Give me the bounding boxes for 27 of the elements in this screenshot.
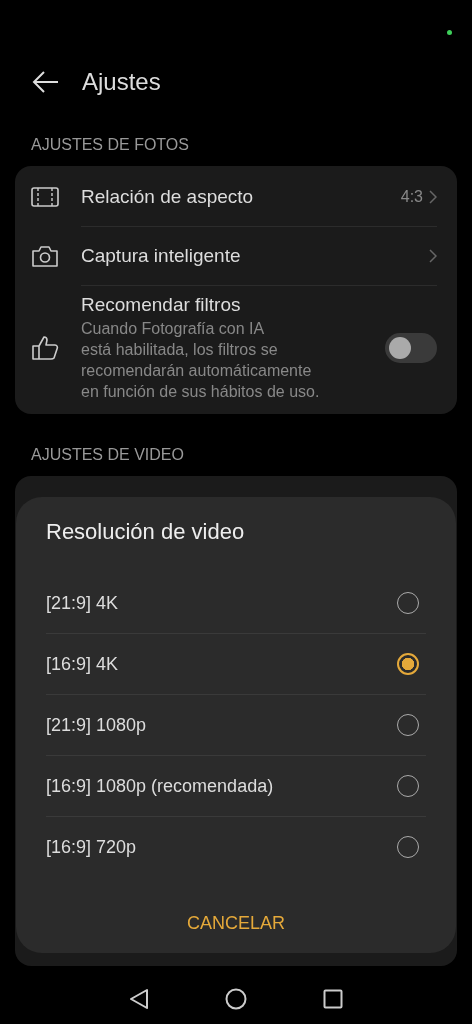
camera-indicator-dot	[447, 30, 452, 35]
camera-icon	[31, 244, 59, 268]
chevron-icon[interactable]	[429, 190, 437, 204]
setting-label[interactable]: Relación de aspecto	[81, 186, 401, 208]
thumbs-up-icon	[31, 335, 59, 361]
option-label[interactable]: [21:9] 4K	[46, 592, 119, 614]
section-heading: AJUSTES DE FOTOS	[30, 136, 190, 154]
toggle-switch[interactable]	[385, 333, 437, 363]
setting-value: 4:3	[400, 188, 423, 206]
option-label[interactable]: [16:9] 720p	[46, 836, 137, 858]
option-label[interactable]: [16:9] 4K	[46, 653, 119, 675]
page-title: Ajustes	[82, 68, 161, 96]
setting-description: Cuando Fotografía con IA está habilitada, los filtros se recomendarán automáticamente en función de sus hábitos de uso.	[81, 319, 321, 402]
section-heading: AJUSTES DE VIDEO	[30, 446, 185, 464]
chevron-icon[interactable]	[429, 249, 437, 263]
setting-label[interactable]: Recomendar filtros	[81, 294, 385, 316]
recents-icon[interactable]	[323, 989, 343, 1009]
option-label[interactable]: [21:9] 1080p	[46, 714, 147, 736]
option-label[interactable]: [16:9] 1080p (recomendada)	[46, 775, 274, 797]
back-icon[interactable]	[129, 988, 149, 1010]
radio-button[interactable]	[397, 653, 419, 675]
dialog-title: Resolución de video	[46, 519, 246, 545]
setting-label[interactable]: Captura inteligente	[81, 245, 429, 267]
cancel-button[interactable]: CANCELAR	[177, 909, 295, 938]
back-icon[interactable]	[32, 70, 60, 94]
film-frame-icon	[31, 186, 59, 208]
home-icon[interactable]	[225, 988, 247, 1010]
